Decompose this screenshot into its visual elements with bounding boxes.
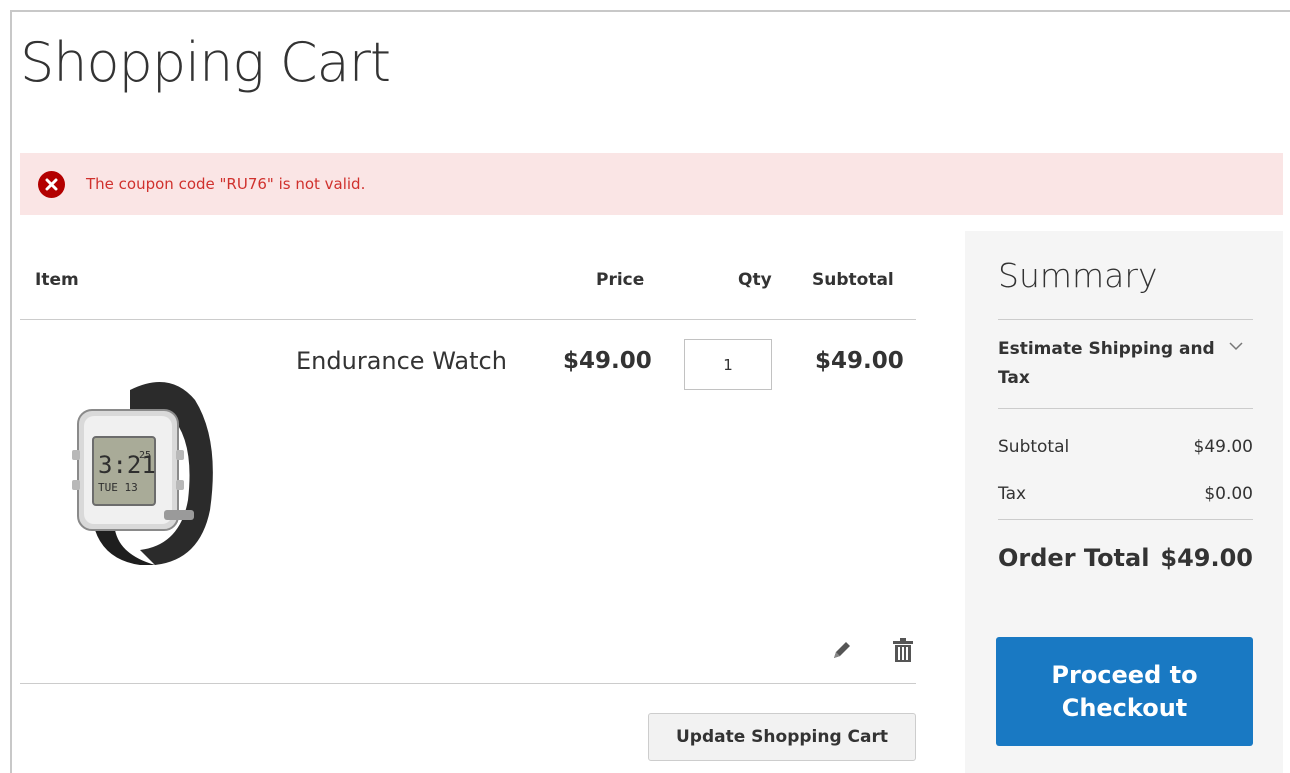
item-price: $49.00	[563, 348, 652, 374]
product-image-endurance-watch[interactable]: 3:21 25 TUE 13	[60, 360, 240, 580]
window-left-border	[10, 10, 12, 773]
wristwatch-image: 3:21 25 TUE 13	[72, 382, 213, 565]
estimate-shipping-toggle[interactable]: Estimate Shipping and Tax	[998, 335, 1218, 393]
table-header-divider	[20, 319, 916, 320]
tax-value: $0.00	[1204, 484, 1253, 504]
quantity-input[interactable]	[684, 339, 772, 390]
item-subtotal: $49.00	[815, 348, 904, 374]
column-header-subtotal: Subtotal	[812, 270, 894, 290]
error-x-icon	[38, 170, 65, 198]
chevron-down-icon[interactable]	[1228, 339, 1244, 351]
window-top-border	[10, 10, 1290, 12]
order-summary-panel: Summary Estimate Shipping and Tax Subtot…	[965, 231, 1283, 773]
summary-title: Summary	[998, 256, 1158, 295]
subtotal-label: Subtotal	[998, 437, 1070, 457]
column-header-price: Price	[596, 270, 645, 290]
column-header-item: Item	[35, 270, 79, 290]
order-total-label: Order Total	[998, 544, 1150, 572]
update-shopping-cart-button[interactable]: Update Shopping Cart	[648, 713, 916, 761]
summary-divider	[998, 408, 1253, 409]
proceed-to-checkout-button[interactable]: Proceed to Checkout	[996, 637, 1253, 746]
product-name-link[interactable]: Endurance Watch	[296, 347, 507, 375]
watch-seconds: 25	[139, 450, 151, 461]
order-total-value: $49.00	[1160, 544, 1253, 572]
checkout-button-label: Proceed to Checkout	[1051, 660, 1198, 722]
column-header-qty: Qty	[738, 270, 772, 290]
trash-icon[interactable]	[891, 636, 915, 664]
pencil-icon[interactable]	[830, 636, 854, 664]
error-message: The coupon code "RU76" is not valid.	[20, 153, 1283, 215]
summary-divider	[998, 319, 1253, 320]
error-message-text: The coupon code "RU76" is not valid.	[86, 175, 366, 193]
subtotal-value: $49.00	[1193, 437, 1253, 457]
cart-footer-divider	[20, 683, 916, 684]
summary-divider	[998, 519, 1253, 520]
watch-day: TUE 13	[98, 481, 138, 494]
tax-label: Tax	[998, 484, 1027, 504]
page-title: Shopping Cart	[20, 31, 391, 94]
